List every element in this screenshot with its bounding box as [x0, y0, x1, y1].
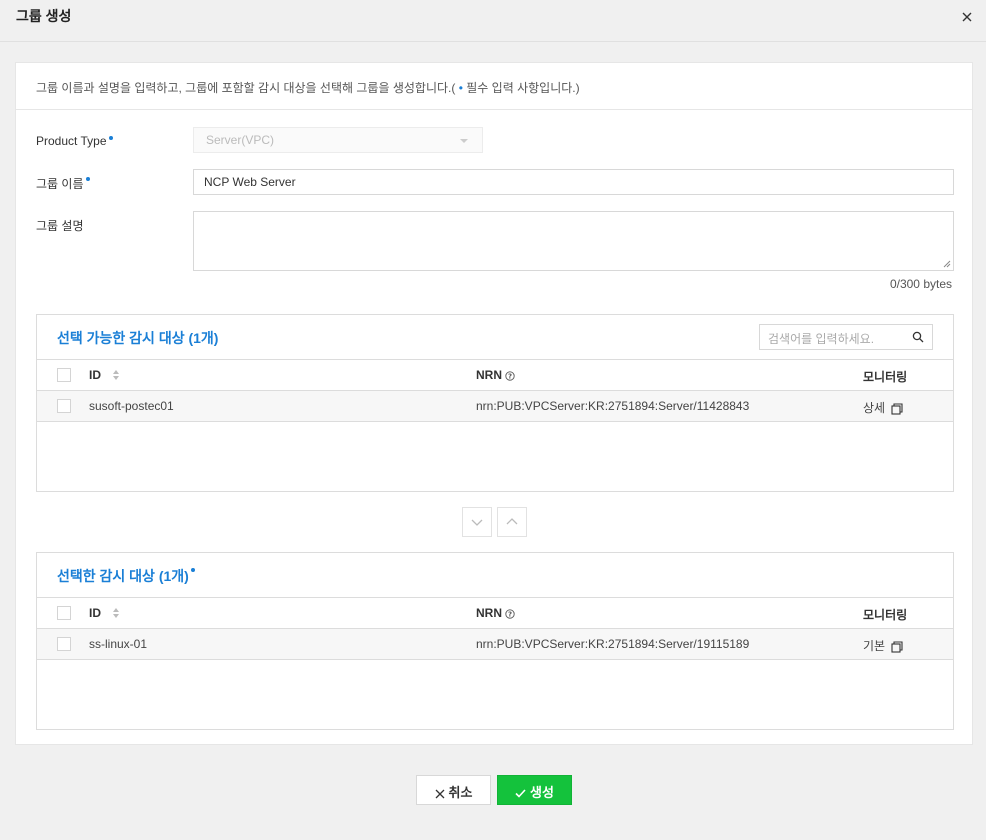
popup-icon[interactable] [891, 403, 903, 415]
column-monitoring: 모니터링 [863, 608, 908, 622]
chevron-down-icon [460, 139, 468, 143]
resize-handle-icon[interactable] [943, 260, 951, 268]
table-row[interactable]: susoft-postec01 nrn:PUB:VPCServer:KR:275… [37, 391, 953, 422]
required-dot [190, 568, 195, 572]
required-dot [85, 177, 90, 181]
group-desc-textarea[interactable] [193, 211, 954, 271]
group-name-input[interactable]: NCP Web Server [193, 169, 954, 195]
column-id: ID [89, 606, 101, 620]
svg-text:?: ? [508, 610, 512, 618]
form-panel: 그룹 이름과 설명을 입력하고, 그룹에 포함할 감시 대상을 선택해 그룹을 … [15, 62, 973, 745]
row-monitoring[interactable]: 상세 [863, 399, 903, 416]
required-dot [108, 136, 113, 140]
group-desc-label: 그룹 설명 [36, 219, 84, 233]
cancel-button[interactable]: 취소 [416, 775, 491, 805]
column-nrn: NRN? [476, 606, 515, 620]
select-all-checkbox[interactable] [57, 606, 71, 620]
chevron-down-icon [471, 519, 483, 526]
column-id: ID [89, 368, 101, 382]
move-up-button[interactable] [497, 507, 527, 537]
row-nrn: nrn:PUB:VPCServer:KR:2751894:Server/1911… [476, 637, 750, 651]
check-icon [515, 789, 526, 798]
table-header: ID NRN? 모니터링 [37, 359, 953, 391]
search-input[interactable]: 검색어를 입력하세요. [759, 324, 933, 350]
bytes-counter: 0/300 bytes [889, 277, 952, 291]
search-icon[interactable] [912, 331, 924, 343]
move-down-button[interactable] [462, 507, 492, 537]
popup-icon[interactable] [891, 641, 903, 653]
close-icon[interactable] [960, 10, 974, 24]
sort-icon[interactable] [112, 369, 120, 381]
row-monitoring[interactable]: 기본 [863, 637, 903, 654]
modal-header: 그룹 생성 [0, 0, 986, 42]
close-icon [435, 789, 444, 799]
select-all-checkbox[interactable] [57, 368, 71, 382]
svg-text:?: ? [508, 372, 512, 380]
help-icon[interactable]: ? [505, 371, 515, 381]
table-row[interactable]: ss-linux-01 nrn:PUB:VPCServer:KR:2751894… [37, 629, 953, 660]
group-name-label: 그룹 이름 [36, 175, 90, 192]
description: 그룹 이름과 설명을 입력하고, 그룹에 포함할 감시 대상을 선택해 그룹을 … [36, 81, 580, 95]
column-nrn: NRN? [476, 368, 515, 382]
row-checkbox[interactable] [57, 399, 71, 413]
selected-targets-box: 선택한 감시 대상 (1개) ID NRN? 모니터링 ss-linux-01 … [36, 552, 954, 730]
modal-title: 그룹 생성 [16, 8, 72, 24]
available-targets-box: 선택 가능한 감시 대상 (1개) 검색어를 입력하세요. ID NRN? 모니… [36, 314, 954, 492]
column-monitoring: 모니터링 [863, 370, 908, 384]
divider [16, 109, 972, 110]
product-type-label: Product Type [36, 134, 113, 148]
available-targets-title: 선택 가능한 감시 대상 (1개) [57, 330, 219, 346]
create-button[interactable]: 생성 [497, 775, 572, 805]
row-checkbox[interactable] [57, 637, 71, 651]
selected-targets-title: 선택한 감시 대상 (1개) [57, 566, 195, 586]
row-id: ss-linux-01 [89, 637, 148, 651]
row-nrn: nrn:PUB:VPCServer:KR:2751894:Server/1142… [476, 399, 750, 413]
chevron-up-icon [506, 518, 518, 525]
table-header: ID NRN? 모니터링 [37, 597, 953, 629]
help-icon[interactable]: ? [505, 609, 515, 619]
row-id: susoft-postec01 [89, 399, 174, 413]
product-type-select[interactable]: Server(VPC) [193, 127, 483, 153]
sort-icon[interactable] [112, 607, 120, 619]
